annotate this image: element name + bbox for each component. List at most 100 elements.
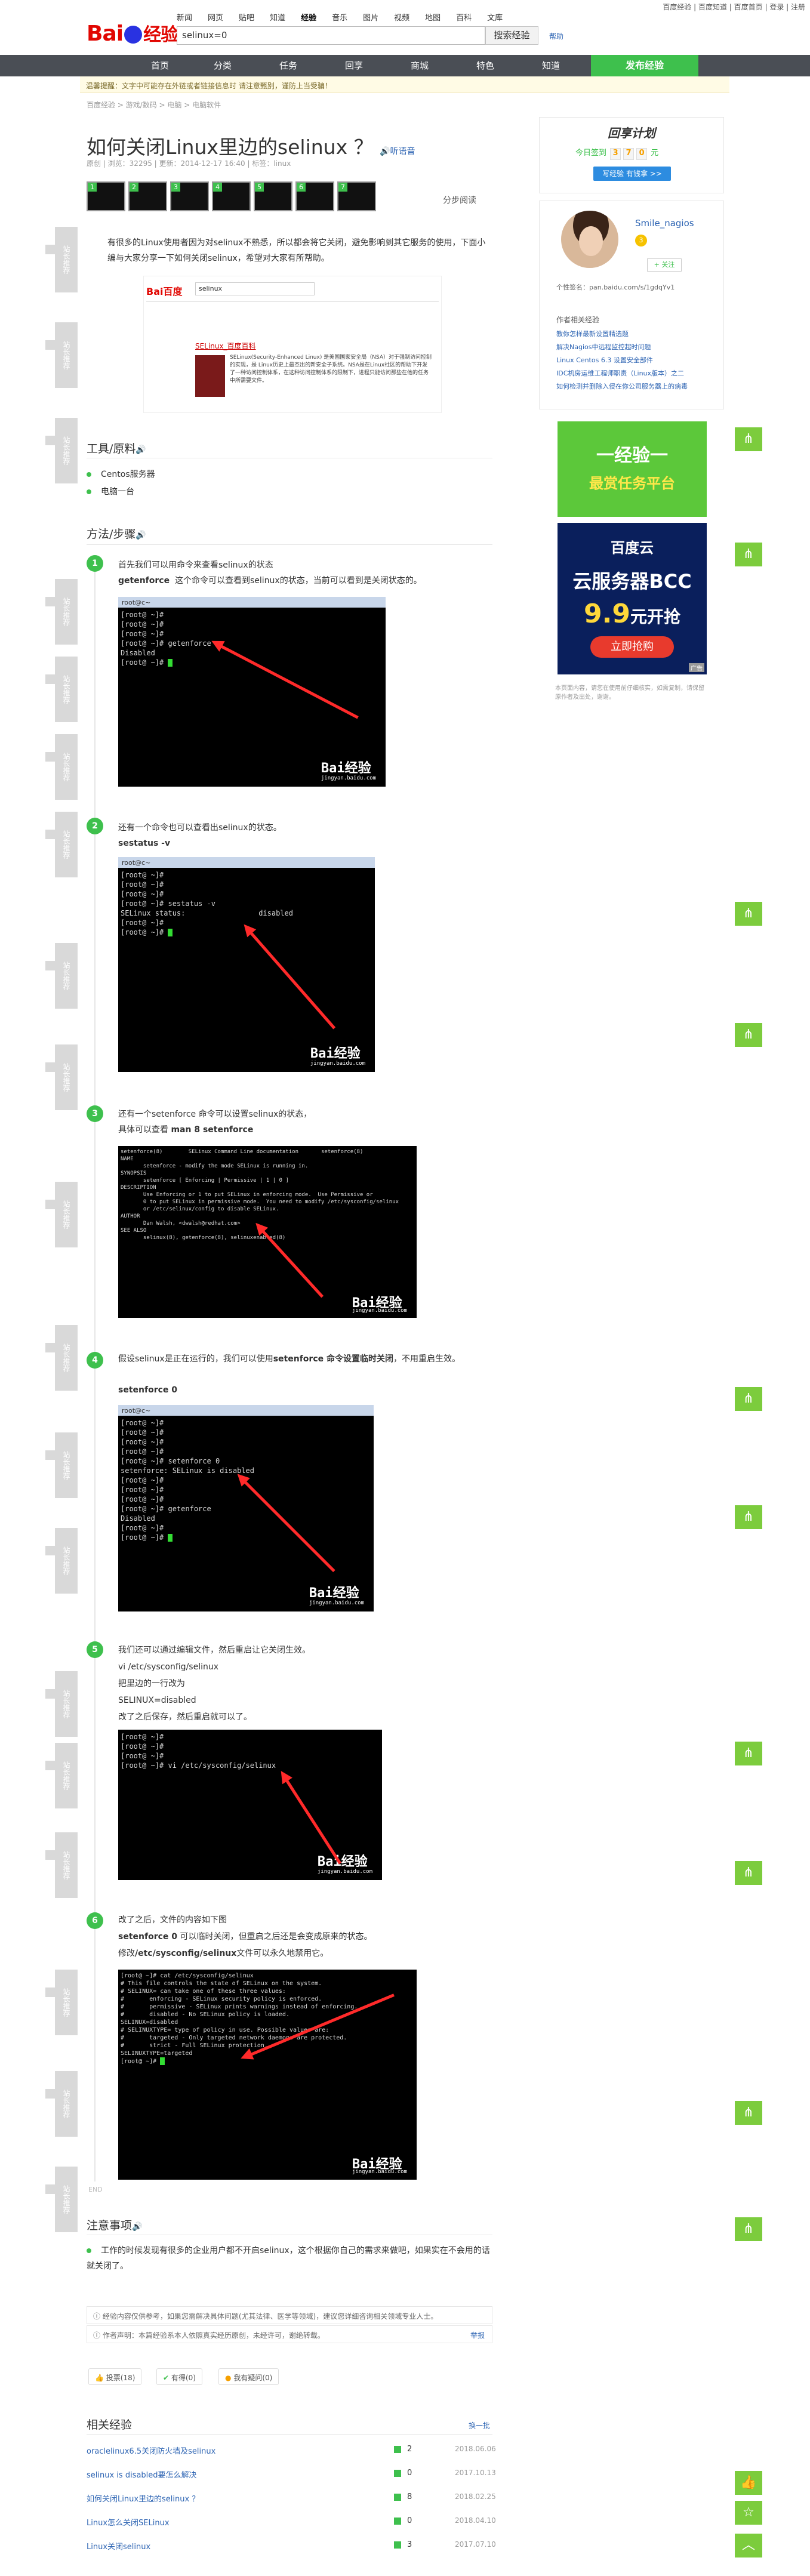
listen-button[interactable]: 🔊听语音 bbox=[380, 147, 415, 156]
speaker-icon[interactable]: 🔊 bbox=[135, 445, 146, 455]
share-icon[interactable]: ⋔ bbox=[735, 2217, 762, 2241]
terminal-line: setenforce(8) SELinux Command Line docum… bbox=[121, 1149, 364, 1155]
side-tag[interactable]: 站长推荐 bbox=[45, 2167, 78, 2232]
top-icon[interactable]: ︿ bbox=[735, 2534, 762, 2557]
author-experience-link[interactable]: 教你怎样最新设置精选题 bbox=[556, 329, 629, 338]
step-thumbnail[interactable]: 5 bbox=[254, 181, 292, 211]
related-votes: 0 bbox=[394, 2516, 412, 2525]
author-experience-link[interactable]: IDC机房运维工程师职责（Linux版本）之二 bbox=[556, 368, 684, 378]
question-button[interactable]: ● 我有疑问(0) bbox=[218, 2368, 279, 2385]
terminal-screenshot: root@c~ [root@ ~]# [root@ ~]# [root@ ~]# [ro… bbox=[118, 1405, 374, 1611]
step-thumbnail[interactable]: 6 bbox=[295, 181, 334, 211]
share-icon[interactable]: ⋔ bbox=[735, 2101, 762, 2125]
useful-button[interactable]: ✔ 有得(0) bbox=[156, 2368, 202, 2385]
side-tag[interactable]: 站长推荐 bbox=[45, 812, 78, 877]
share-icon[interactable]: ⋔ bbox=[735, 1861, 762, 1885]
related-link[interactable]: 如何关闭Linux里边的selinux ？ bbox=[87, 2492, 199, 2504]
avatar[interactable] bbox=[561, 211, 618, 268]
author-name[interactable]: Smile_nagios bbox=[635, 218, 694, 229]
related-link[interactable]: Linux怎么关闭SELinux bbox=[87, 2516, 170, 2528]
top-nav-item[interactable]: 贴吧 bbox=[239, 14, 254, 23]
top-nav-item[interactable]: 音乐 bbox=[332, 14, 347, 23]
report-link[interactable]: 举报 bbox=[470, 2330, 485, 2340]
side-tag[interactable]: 站长推荐 bbox=[45, 322, 78, 388]
follow-button[interactable]: + 关注 bbox=[647, 258, 682, 272]
step-text: 还有一个setenforce 命令可以设置selinux的状态， bbox=[118, 1110, 312, 1119]
side-tag[interactable]: 站长推荐 bbox=[45, 227, 78, 292]
top-links[interactable]: 百度经验 | 百度知道 | 百度首页 | 登录 | 注册 bbox=[663, 2, 805, 12]
side-tag[interactable]: 站长推荐 bbox=[45, 1528, 78, 1594]
side-tag[interactable]: 站长推荐 bbox=[45, 1832, 78, 1898]
step-thumbnail[interactable]: 4 bbox=[212, 181, 251, 211]
side-tag[interactable]: 站长推荐 bbox=[45, 1182, 78, 1247]
nav-special[interactable]: 特色 bbox=[452, 55, 518, 76]
author-experience-link[interactable]: 如何检测并删除入侵在你公司服务器上的病毒 bbox=[556, 381, 688, 391]
step-thumbnail[interactable]: 3 bbox=[170, 181, 209, 211]
side-tag[interactable]: 站长推荐 bbox=[45, 657, 78, 722]
step-text: 把里边的一行改为 bbox=[118, 1679, 185, 1688]
terminal-line: [root@ ~]# bbox=[121, 1486, 164, 1494]
top-nav-item[interactable]: 网页 bbox=[208, 14, 223, 23]
nav-category[interactable]: 分类 bbox=[190, 55, 255, 76]
side-tag[interactable]: 站长推荐 bbox=[45, 1970, 78, 2035]
share-icon[interactable]: ⋔ bbox=[735, 427, 762, 451]
side-tag[interactable]: 站长推荐 bbox=[45, 1432, 78, 1498]
related-link[interactable]: Linux关闭selinux bbox=[87, 2540, 150, 2552]
side-tag[interactable]: 站长推荐 bbox=[45, 943, 78, 1009]
publish-button[interactable]: 发布经验 bbox=[591, 55, 698, 76]
step-thumbnail[interactable]: 1 bbox=[87, 181, 125, 211]
top-nav-item[interactable]: 视频 bbox=[394, 14, 409, 23]
step-line bbox=[94, 570, 96, 2181]
side-tag[interactable]: 站长推荐 bbox=[45, 1044, 78, 1110]
share-icon[interactable]: ⋔ bbox=[735, 543, 762, 566]
share-icon[interactable]: ⋔ bbox=[735, 1387, 762, 1411]
share-icon[interactable]: ⋔ bbox=[735, 1023, 762, 1047]
side-tag[interactable]: 站长推荐 bbox=[45, 418, 78, 483]
top-nav-item[interactable]: 地图 bbox=[425, 14, 441, 23]
side-tag[interactable]: 站长推荐 bbox=[45, 1671, 78, 1737]
nav-zhidao[interactable]: 知道 bbox=[518, 55, 584, 76]
like-icon[interactable]: 👍 bbox=[735, 2471, 762, 2495]
share-icon[interactable]: ⋔ bbox=[735, 1505, 762, 1529]
top-nav-item[interactable]: 新闻 bbox=[177, 14, 192, 23]
speaker-icon[interactable]: 🔊 bbox=[132, 2222, 142, 2232]
related-link[interactable]: oraclelinux6.5关闭防火墙及selinux bbox=[87, 2445, 215, 2456]
speaker-icon[interactable]: 🔊 bbox=[135, 531, 146, 540]
terminal-screenshot: setenforce(8) SELinux Command Line docum… bbox=[118, 1146, 417, 1318]
top-nav-item[interactable]: 文库 bbox=[487, 14, 503, 23]
search-button[interactable]: 搜索经验 bbox=[485, 26, 538, 45]
side-tag[interactable]: 站长推荐 bbox=[45, 734, 78, 800]
side-tag[interactable]: 站长推荐 bbox=[45, 1325, 78, 1391]
author-experience-link[interactable]: 解决Nagios中远程监控超时问题 bbox=[556, 342, 651, 352]
top-nav-item[interactable]: 百科 bbox=[456, 14, 472, 23]
side-tag[interactable]: 站长推荐 bbox=[45, 1743, 78, 1808]
nav-shop[interactable]: 商城 bbox=[387, 55, 452, 76]
step-thumbnail[interactable]: 2 bbox=[128, 181, 167, 211]
refresh-related-link[interactable]: 换一批 bbox=[469, 2420, 490, 2430]
nav-huixiang[interactable]: 回享 bbox=[321, 55, 387, 76]
baidu-cloud-ad[interactable]: 百度云 云服务器BCC 9.9元开抢 立即抢购 广告 bbox=[558, 523, 707, 674]
search-input[interactable]: selinux=0 bbox=[177, 26, 485, 45]
buy-now-button[interactable]: 立即抢购 bbox=[590, 636, 674, 658]
share-icon[interactable]: ⋔ bbox=[735, 902, 762, 926]
related-link[interactable]: selinux is disabled要怎么解决 bbox=[87, 2469, 197, 2480]
step-read-button[interactable]: 分步阅读 bbox=[443, 194, 476, 206]
help-link[interactable]: 帮助 bbox=[549, 31, 563, 41]
nav-task[interactable]: 任务 bbox=[255, 55, 321, 76]
task-platform-banner[interactable]: 一经验一 最赏任务平台 bbox=[558, 421, 707, 517]
top-nav-item[interactable]: 经验 bbox=[301, 14, 316, 23]
breadcrumb[interactable]: 百度经验 > 游戏/数码 > 电脑 > 电脑软件 bbox=[87, 100, 221, 110]
baidu-logo[interactable]: Bai 经验 bbox=[87, 20, 178, 46]
author-experience-link[interactable]: Linux Centos 6.3 设置安全部件 bbox=[556, 355, 653, 365]
top-nav-item[interactable]: 知道 bbox=[270, 14, 285, 23]
tool-item: 电脑一台 bbox=[87, 485, 134, 497]
top-nav-item[interactable]: 图片 bbox=[363, 14, 378, 23]
write-experience-button[interactable]: 写经验 有钱拿 >> bbox=[593, 167, 671, 181]
share-icon[interactable]: ⋔ bbox=[735, 1742, 762, 1765]
nav-home[interactable]: 首页 bbox=[130, 55, 190, 76]
side-tag[interactable]: 站长推荐 bbox=[45, 2071, 78, 2137]
vote-button[interactable]: 👍 投票(18) bbox=[88, 2368, 142, 2385]
star-icon[interactable]: ☆ bbox=[735, 2501, 762, 2525]
side-tag[interactable]: 站长推荐 bbox=[45, 579, 78, 645]
step-thumbnail[interactable]: 7 bbox=[337, 181, 376, 211]
